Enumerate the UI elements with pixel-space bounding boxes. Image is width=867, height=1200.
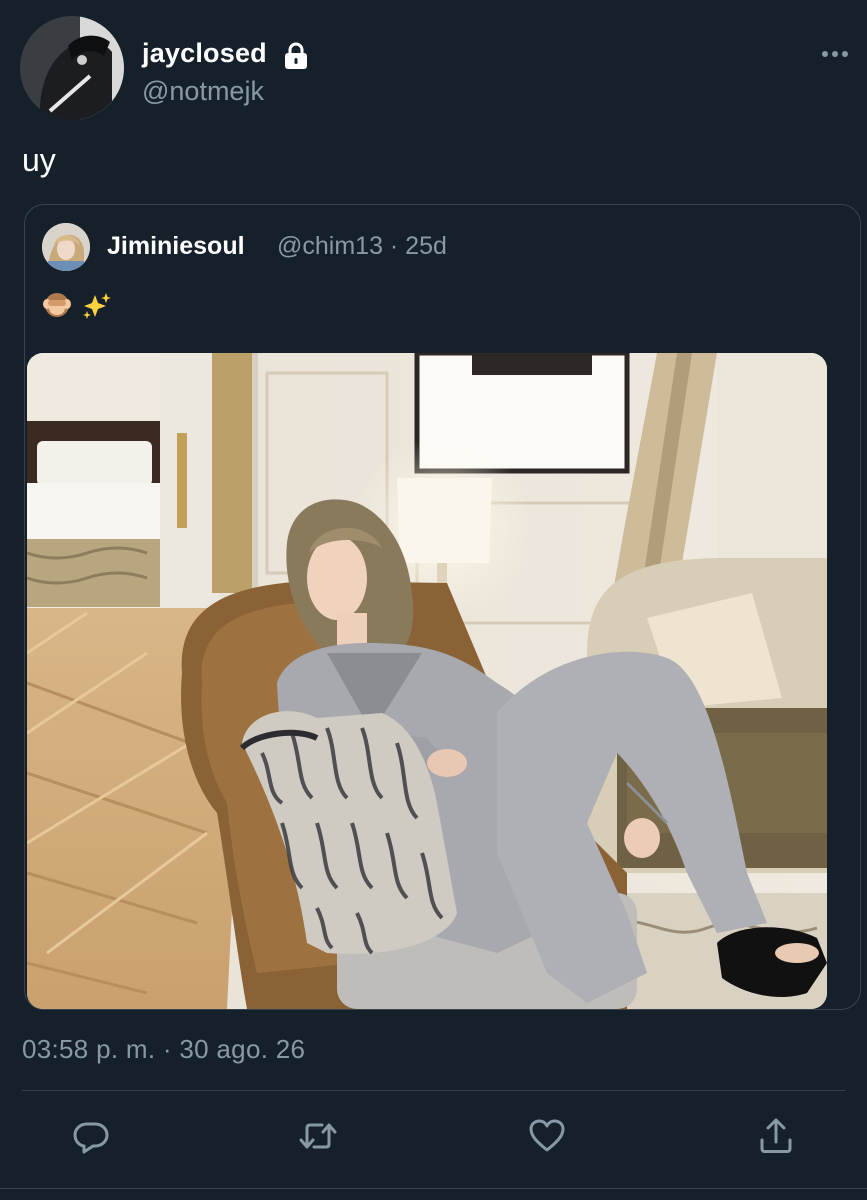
- avatar[interactable]: [20, 16, 124, 120]
- reply-icon[interactable]: [71, 1116, 111, 1156]
- quoted-avatar[interactable]: [42, 223, 90, 271]
- tweet-timestamp[interactable]: 03:58 p. m. · 30 ago. 26: [22, 1034, 305, 1065]
- tweet-text: uy: [22, 142, 56, 178]
- quoted-avatar-image: [42, 223, 90, 271]
- quoted-tweet-text: 🙈✨: [43, 291, 113, 319]
- see-no-evil-monkey-icon: [43, 293, 111, 319]
- share-icon[interactable]: [756, 1116, 796, 1156]
- tweet-detail: jayclosed @notmejk uy Jiminiesoul @chim1…: [0, 0, 867, 1200]
- quoted-tweet-card[interactable]: Jiminiesoul @chim13 · 25d 🙈✨: [24, 204, 861, 1010]
- tweet-actions-bar: [0, 1112, 867, 1168]
- heart-icon[interactable]: [527, 1116, 567, 1156]
- user-handle[interactable]: @notmejk: [142, 76, 264, 107]
- divider: [22, 1090, 845, 1091]
- quoted-handle-and-time[interactable]: @chim13 · 25d: [277, 232, 447, 261]
- tweet-header: jayclosed @notmejk: [20, 16, 850, 126]
- photo-image: [27, 353, 827, 1009]
- sparkles-icon: [83, 293, 111, 319]
- display-name[interactable]: jayclosed: [142, 38, 267, 69]
- more-options-icon[interactable]: [820, 48, 850, 60]
- lock-icon: [285, 42, 307, 69]
- retweet-icon[interactable]: [298, 1116, 338, 1156]
- avatar-image: [20, 16, 124, 120]
- quoted-display-name[interactable]: Jiminiesoul: [107, 232, 245, 261]
- divider-bottom: [0, 1188, 867, 1189]
- quoted-tweet-photo[interactable]: [27, 353, 827, 1009]
